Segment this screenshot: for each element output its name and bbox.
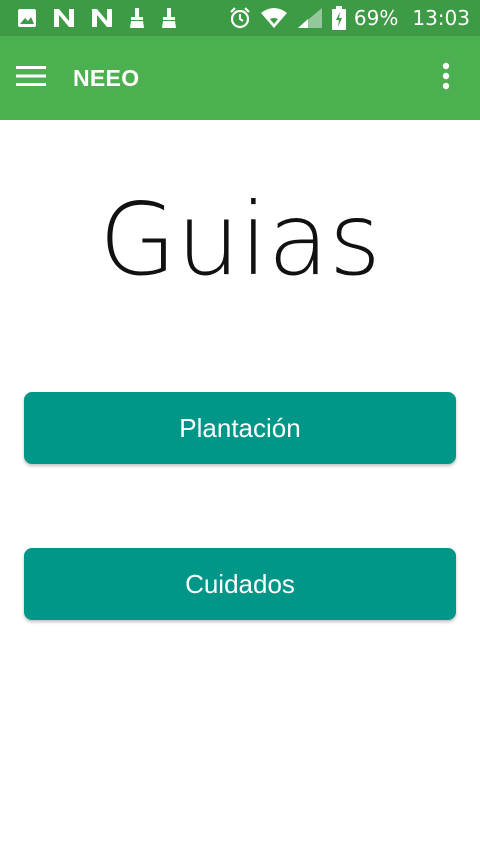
cuidados-button-label: Cuidados <box>185 568 295 599</box>
status-time: 13:03 <box>412 6 470 30</box>
cleaner-icon <box>128 7 146 29</box>
status-indicators: 69% 13:03 <box>220 6 470 30</box>
overflow-menu-button[interactable] <box>426 58 466 98</box>
plantacion-button-label: Plantación <box>179 412 301 443</box>
battery-charging-icon <box>331 6 346 30</box>
cuidados-button[interactable]: Cuidados <box>24 548 456 620</box>
status-bar: 69% 13:03 <box>0 0 480 36</box>
n-notification-icon <box>90 7 114 29</box>
n-notification-icon <box>52 7 76 29</box>
cleaner-icon <box>160 7 178 29</box>
alarm-icon <box>228 6 252 30</box>
menu-button[interactable] <box>0 36 62 120</box>
image-icon <box>16 7 38 29</box>
battery-percentage: 69% <box>353 6 399 30</box>
more-vert-icon <box>442 62 450 95</box>
signal-icon <box>296 6 324 30</box>
plantacion-button[interactable]: Plantación <box>24 392 456 464</box>
wifi-icon <box>260 7 288 29</box>
status-notifications <box>16 7 192 29</box>
app-title: NEEO <box>73 64 140 91</box>
page-title: Guias <box>98 181 382 298</box>
hamburger-menu-icon <box>16 65 46 92</box>
app-bar: NEEO <box>0 36 480 120</box>
